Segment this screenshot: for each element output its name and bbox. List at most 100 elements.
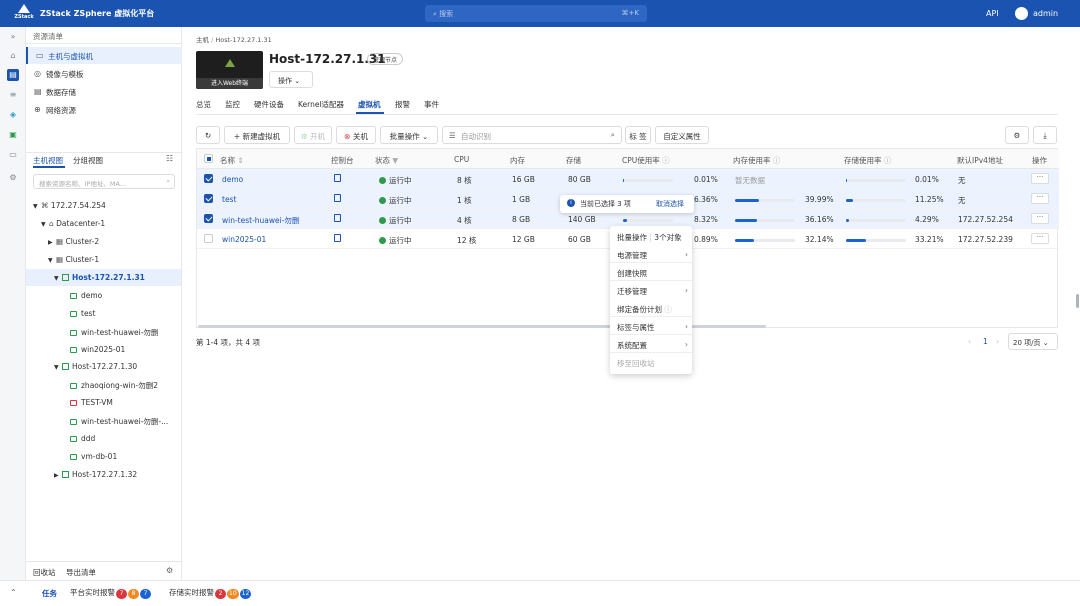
power-on-button[interactable]: ⚙ 开机	[294, 126, 332, 144]
next-page-button[interactable]: ›	[996, 337, 999, 346]
tab-vms[interactable]: 虚拟机	[358, 99, 381, 110]
api-link[interactable]: API	[986, 9, 999, 18]
breadcrumb-hosts[interactable]: 主机	[196, 36, 209, 44]
caret-down-icon[interactable]: ▼	[54, 364, 62, 371]
info-icon[interactable]: ⓘ	[884, 156, 892, 165]
more-actions-button[interactable]: ···	[1031, 193, 1049, 204]
more-actions-button[interactable]: ···	[1031, 233, 1049, 244]
custom-attributes-button[interactable]: 自定义属性	[655, 126, 709, 144]
tasks-link[interactable]: 任务	[42, 588, 57, 599]
info-icon[interactable]: ⓘ	[662, 156, 670, 165]
table-row[interactable]: demo 运行中 8 核 16 GB 80 GB 0.01% 暂无数据 0.01% 无 ···	[197, 169, 1059, 189]
collapse-tree-icon[interactable]: ☷	[166, 154, 173, 163]
row-checkbox[interactable]	[204, 194, 213, 203]
tree-node-vm[interactable]: win-test-huawei-勿删	[26, 323, 181, 340]
tree-node-vm[interactable]: zhaoqiong-win-勿删2	[26, 376, 181, 393]
console-icon[interactable]	[334, 214, 341, 222]
menu-move-to-recycle-bin[interactable]: 移至回收站	[617, 358, 655, 369]
column-settings-button[interactable]: ⚙	[1005, 126, 1029, 144]
row-checkbox[interactable]	[204, 234, 213, 243]
caret-down-icon[interactable]: ▼	[54, 275, 62, 282]
filter-icon[interactable]: ▼	[392, 156, 398, 165]
security-icon[interactable]: ◈	[7, 109, 19, 121]
tab-monitor[interactable]: 监控	[225, 99, 240, 110]
tags-button[interactable]: 标 签	[625, 126, 651, 144]
console-icon[interactable]	[334, 234, 341, 242]
row-checkbox[interactable]	[204, 214, 213, 223]
caret-right-icon[interactable]: ▶	[54, 472, 62, 479]
vm-name-link[interactable]: test	[222, 195, 236, 204]
vm-search-input[interactable]: ☰ 自动识别 ⌕	[442, 126, 622, 144]
settings-icon[interactable]: ⚙	[7, 172, 19, 184]
vm-name-link[interactable]: demo	[222, 175, 243, 184]
tree-node-vm[interactable]: demo	[26, 287, 181, 304]
menu-create-snapshot[interactable]: 创建快照	[617, 268, 647, 279]
global-search-input[interactable]: ⌕ 搜索 ⌘+K	[425, 5, 647, 22]
menu-tags-attributes[interactable]: 标签与属性 ›	[617, 322, 688, 333]
monitor-icon[interactable]: ▣	[7, 129, 19, 141]
storage-alarm[interactable]: 存储实时报警 2 10 12	[169, 587, 252, 599]
batch-operations-dropdown[interactable]: 批量操作 ⌄	[380, 126, 438, 144]
console-icon[interactable]	[334, 174, 341, 182]
user-avatar-icon[interactable]	[1015, 7, 1028, 20]
operations-dropdown[interactable]: 操作 ⌄	[269, 71, 313, 88]
tree-node-vm[interactable]: vm-db-01	[26, 448, 181, 465]
tab-events[interactable]: 事件	[424, 99, 439, 110]
new-vm-button[interactable]: + 新建虚拟机	[224, 126, 290, 144]
select-all-checkbox[interactable]	[204, 154, 213, 163]
menu-power-management[interactable]: 电源管理 ›	[617, 250, 688, 261]
tab-group-view[interactable]: 分组视图	[73, 155, 103, 166]
col-name[interactable]: 名称 ⇕	[220, 155, 244, 166]
tree-node-datacenter[interactable]: ▼ ⌂ Datacenter-1	[26, 215, 181, 232]
tree-search-input[interactable]: 搜索资源名称、IP地址、MA... ⌕	[33, 174, 175, 189]
menu-bind-backup-plan[interactable]: 绑定备份计划 ⓘ	[617, 304, 672, 315]
caret-down-icon[interactable]: ▼	[48, 257, 56, 264]
tree-node-vm[interactable]: TEST-VM	[26, 394, 181, 411]
more-actions-button[interactable]: ···	[1031, 213, 1049, 224]
nav-hosts-vms[interactable]: ▭ 主机与虚拟机	[26, 47, 182, 64]
vm-name-link[interactable]: win-test-huawei-勿删	[222, 215, 299, 226]
shutdown-button[interactable]: ⊗ 关机	[336, 126, 376, 144]
col-status[interactable]: 状态 ▼	[375, 155, 398, 166]
settings-icon[interactable]: ⚙	[166, 566, 173, 575]
more-actions-button[interactable]: ···	[1031, 173, 1049, 184]
menu-migration-management[interactable]: 迁移管理 ›	[617, 286, 688, 297]
tree-node-vm[interactable]: win2025-01	[26, 341, 181, 358]
tab-alarms[interactable]: 报警	[395, 99, 410, 110]
platform-alarm[interactable]: 平台实时报警 7 8 7	[70, 587, 151, 599]
caret-down-icon[interactable]: ▼	[41, 221, 49, 228]
tree-node-zone[interactable]: ▼ ⌘ 172.27.54.254	[26, 197, 181, 214]
storage-icon[interactable]: ≡	[7, 89, 19, 101]
page-size-select[interactable]: 20 项/页 ⌄	[1008, 333, 1058, 350]
nav-network[interactable]: ⊕ 网络资源	[26, 101, 182, 118]
caret-down-icon[interactable]: ▼	[33, 203, 41, 210]
tree-node-vm[interactable]: ddd	[26, 430, 181, 447]
download-button[interactable]: ⤓	[1033, 126, 1057, 144]
screen-icon[interactable]: ▭	[7, 149, 19, 161]
recycle-bin-link[interactable]: 回收站	[33, 567, 56, 578]
nav-images-templates[interactable]: ◎ 镜像与模板	[26, 65, 182, 82]
caret-right-icon[interactable]: ▶	[48, 239, 56, 246]
user-menu[interactable]: admin	[1033, 9, 1058, 18]
info-icon[interactable]: ⓘ	[773, 156, 781, 165]
export-list-link[interactable]: 导出清单	[66, 567, 96, 578]
tab-hardware[interactable]: 硬件设备	[254, 99, 284, 110]
zstack-logo[interactable]: ZStack	[12, 4, 36, 24]
vm-name-link[interactable]: win2025-01	[222, 235, 266, 244]
tab-kernel-adapter[interactable]: Kernel适配器	[298, 99, 344, 110]
tree-node-host[interactable]: ▶ Host-172.27.1.32	[26, 466, 181, 483]
sort-icon[interactable]: ⇕	[237, 156, 243, 165]
refresh-button[interactable]: ↻	[196, 126, 220, 144]
page-scrollbar[interactable]	[1076, 294, 1079, 308]
nav-datastore[interactable]: ▤ 数据存储	[26, 83, 182, 100]
cancel-selection-link[interactable]: 取消选择	[656, 199, 684, 209]
row-checkbox[interactable]	[204, 174, 213, 183]
tree-node-host[interactable]: ▼ Host-172.27.1.30	[26, 358, 181, 375]
tab-host-view[interactable]: 主机视图	[33, 155, 63, 166]
console-icon[interactable]	[334, 194, 341, 202]
search-icon[interactable]: ⌕	[611, 130, 615, 140]
home-icon[interactable]: ⌂	[7, 50, 19, 62]
tree-node-cluster[interactable]: ▼ ▦ Cluster-1	[26, 251, 181, 268]
tree-node-host[interactable]: ▼ Host-172.27.1.31	[26, 269, 181, 286]
tree-node-vm[interactable]: win-test-huawei-勿删-...	[26, 412, 181, 429]
